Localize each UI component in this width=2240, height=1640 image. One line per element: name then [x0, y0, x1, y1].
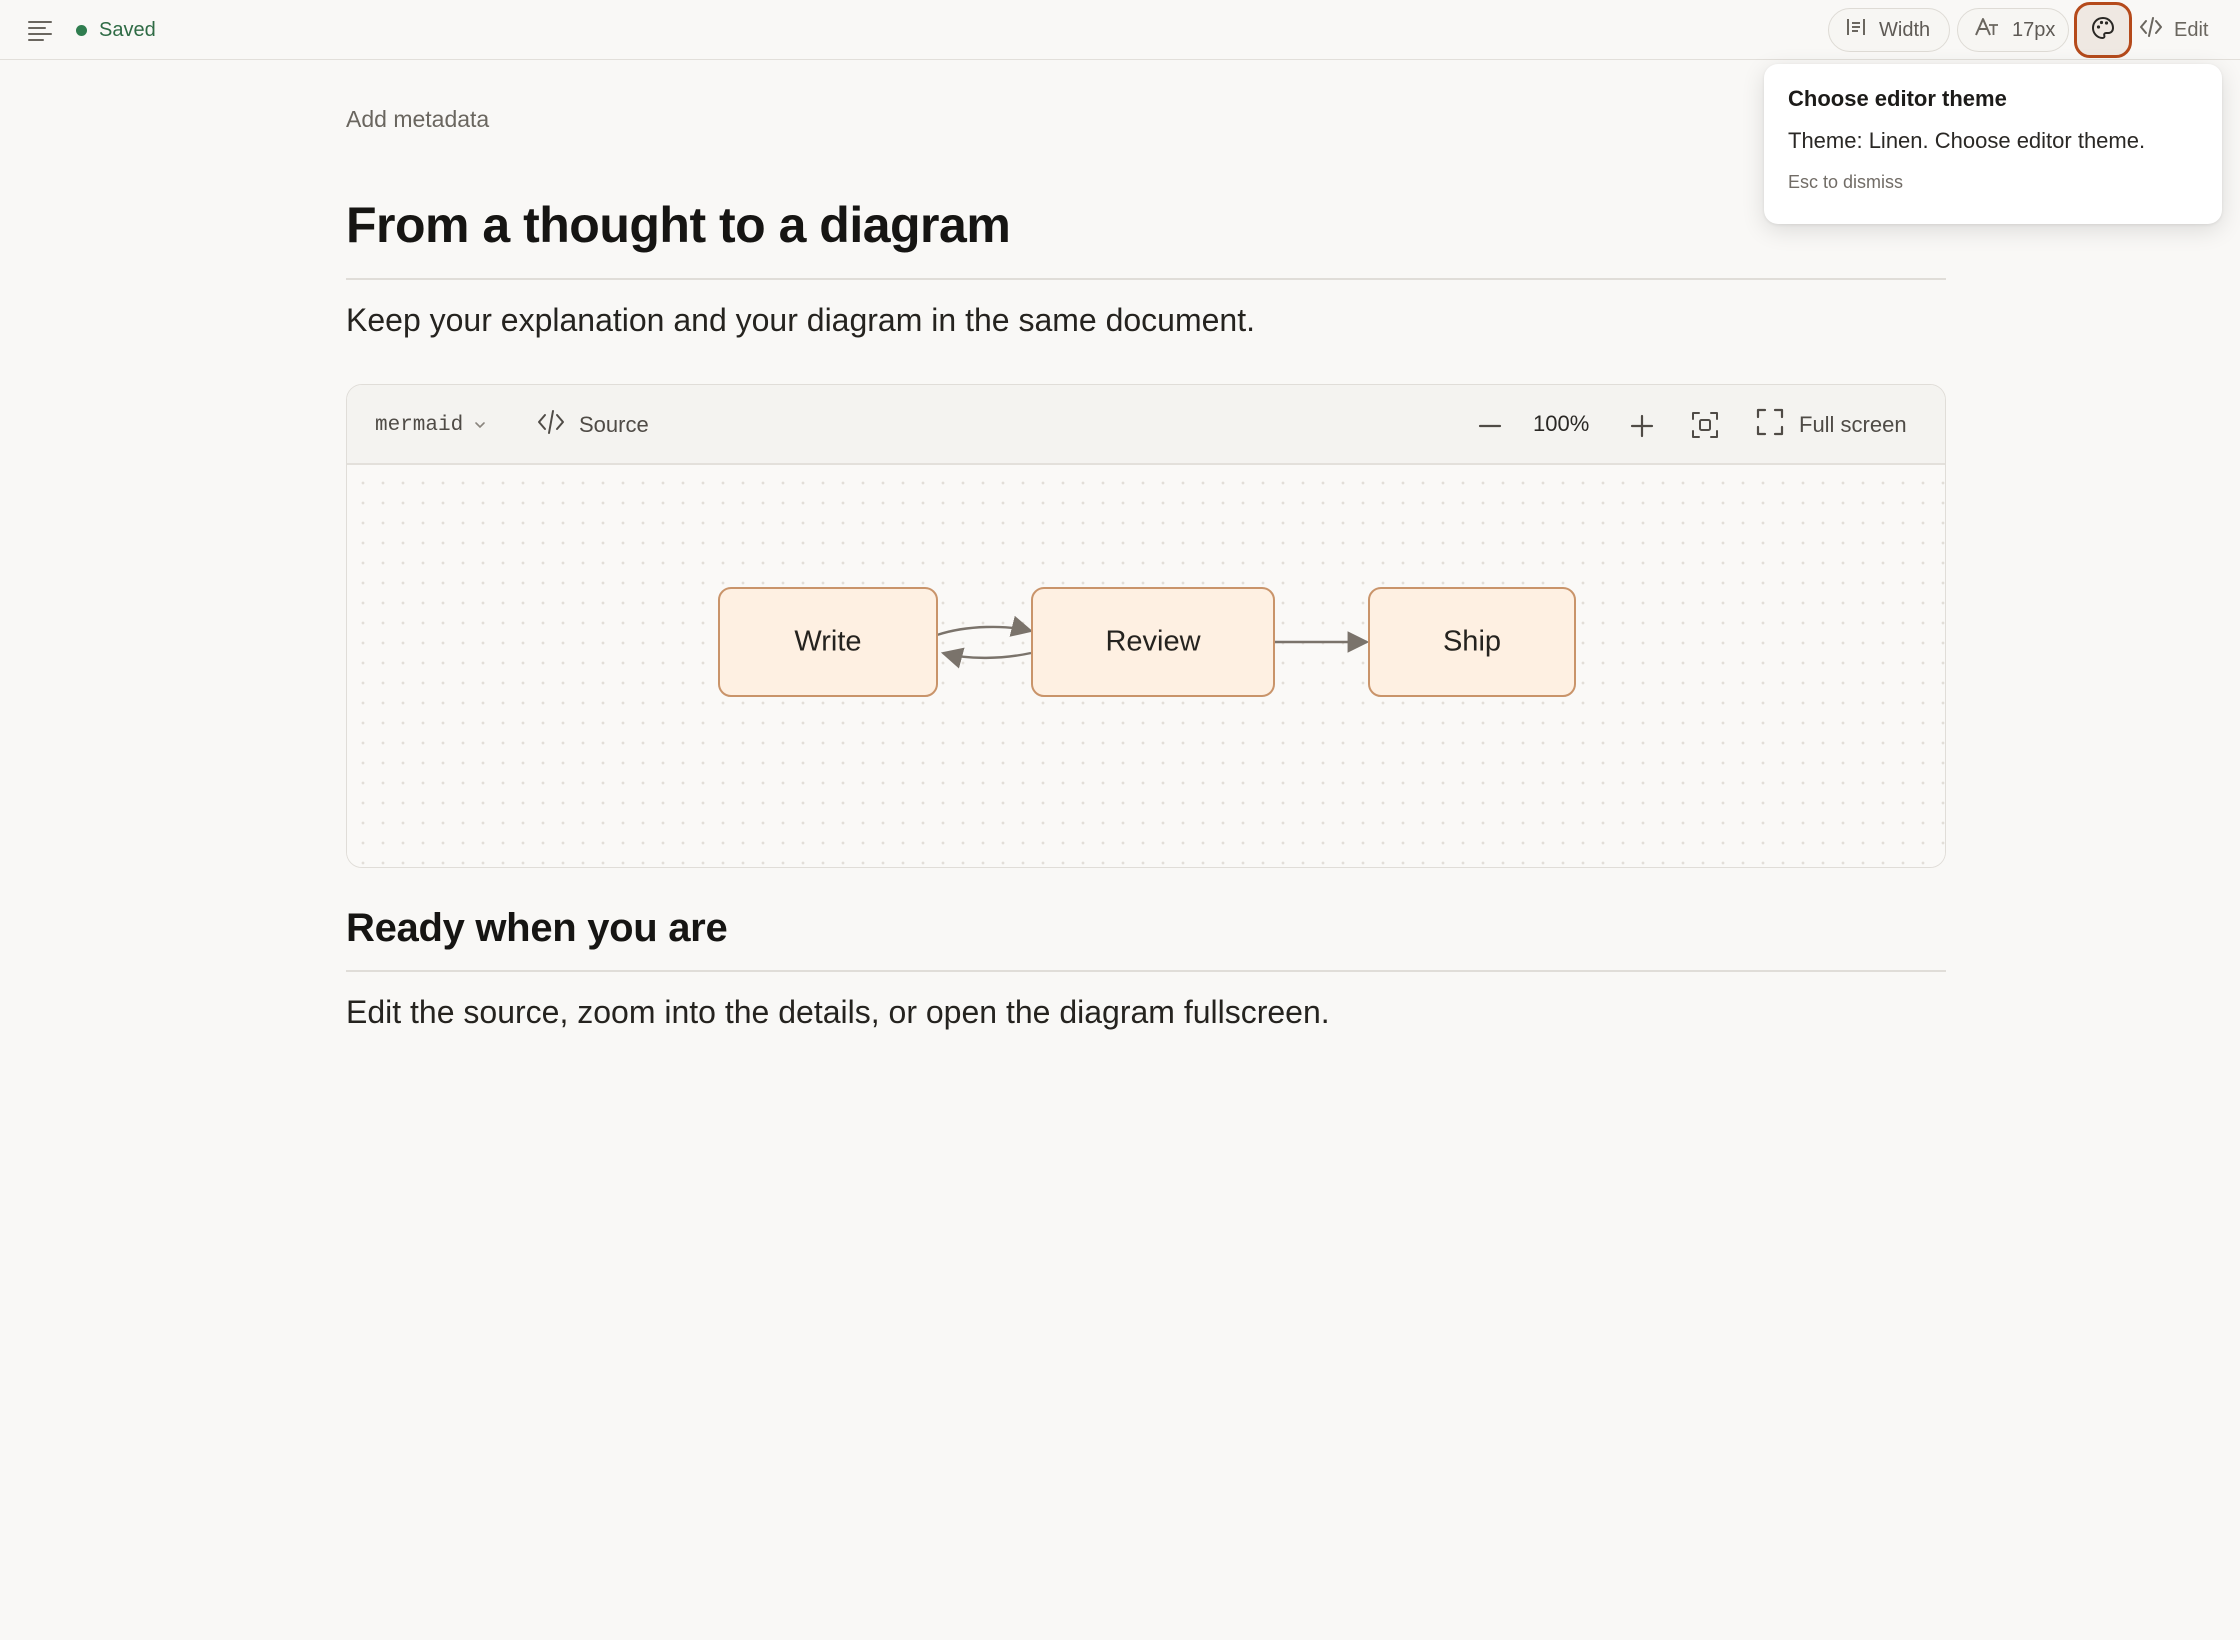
diagram-canvas[interactable]: Write Review Ship — [347, 467, 1945, 867]
chevron-down-icon — [473, 414, 487, 437]
edge-review-to-write — [940, 647, 1032, 669]
zoom-in-button[interactable] — [1627, 411, 1657, 441]
diagram-toolbar: mermaid Source 100% Full screen — [347, 385, 1945, 465]
node-write[interactable]: Write — [718, 587, 938, 697]
edit-button[interactable]: Edit — [2138, 12, 2208, 48]
fullscreen-button-label: Full screen — [1799, 412, 1907, 437]
top-bar: Saved Width 17px Edit — [0, 0, 2240, 60]
plus-icon — [1630, 414, 1654, 438]
fit-view-icon — [1692, 412, 1718, 438]
fullscreen-button[interactable]: Full screen — [1755, 407, 1907, 443]
font-size-label: 17px — [2012, 18, 2056, 41]
font-size-button[interactable]: 17px — [1957, 8, 2069, 52]
code-icon — [2138, 15, 2164, 45]
menu-icon[interactable] — [26, 18, 54, 44]
width-button-label: Width — [1879, 18, 1931, 41]
heading-2-divider — [346, 970, 1946, 972]
node-ship[interactable]: Ship — [1368, 587, 1576, 697]
add-metadata-link[interactable]: Add metadata — [346, 106, 489, 133]
saved-dot-icon — [76, 24, 87, 36]
heading-1: From a thought to a diagram — [346, 197, 1011, 253]
node-ship-label: Ship — [1443, 626, 1501, 658]
language-select[interactable]: mermaid — [375, 411, 487, 439]
zoom-out-button[interactable] — [1475, 411, 1505, 441]
width-button[interactable]: Width — [1828, 8, 1950, 52]
font-size-icon — [1974, 16, 2000, 44]
width-icon — [1845, 16, 1867, 44]
theme-button[interactable] — [2074, 2, 2132, 58]
language-label: mermaid — [375, 413, 464, 437]
source-button[interactable]: Source — [535, 409, 649, 441]
edge-write-to-review — [936, 615, 1034, 637]
popover-title: Choose editor theme — [1788, 86, 2007, 111]
code-icon — [535, 408, 567, 442]
save-status-label: Saved — [99, 18, 156, 41]
paragraph-1: Keep your explanation and your diagram i… — [346, 302, 1255, 338]
fullscreen-icon — [1755, 407, 1785, 443]
zoom-level: 100% — [1533, 411, 1590, 436]
heading-2: Ready when you are — [346, 906, 728, 950]
node-review-label: Review — [1105, 626, 1201, 658]
mermaid-diagram-block: mermaid Source 100% Full screen Write Re… — [346, 384, 1946, 868]
palette-icon — [2090, 15, 2116, 46]
source-button-label: Source — [579, 412, 649, 437]
node-review[interactable]: Review — [1031, 587, 1275, 697]
popover-dismiss-hint: Esc to dismiss — [1788, 172, 1904, 192]
edit-button-label: Edit — [2174, 18, 2209, 41]
heading-1-divider — [346, 278, 1946, 280]
fit-view-button[interactable] — [1689, 409, 1721, 441]
node-write-label: Write — [794, 626, 861, 658]
minus-icon — [1478, 424, 1502, 428]
save-status: Saved — [76, 18, 156, 42]
paragraph-2: Edit the source, zoom into the details, … — [346, 994, 1330, 1030]
flowchart: Write Review Ship — [718, 587, 1576, 697]
popover-body: Theme: Linen. Choose editor theme. — [1788, 128, 2146, 153]
